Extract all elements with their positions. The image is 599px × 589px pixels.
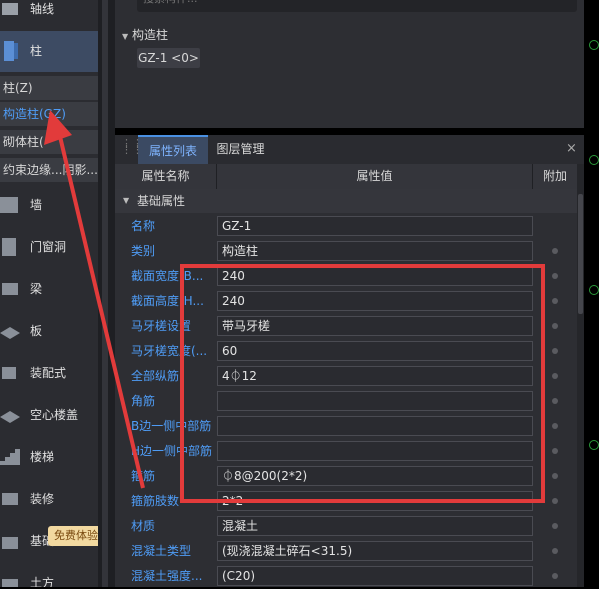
arrow-shaft [56,127,145,489]
annotation-arrow [44,110,145,489]
arrow-head [44,110,72,145]
